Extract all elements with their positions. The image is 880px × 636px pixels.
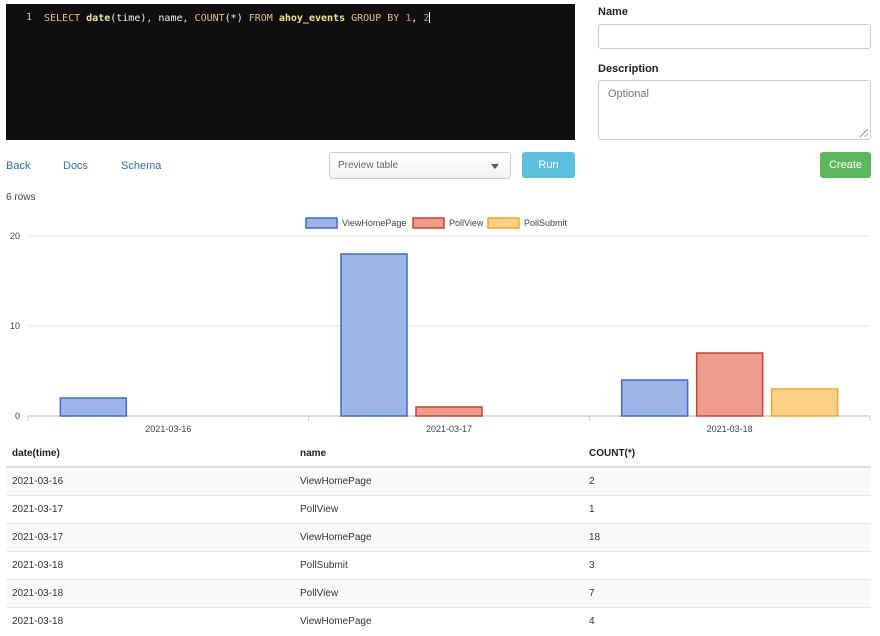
bar [415, 406, 483, 417]
sql-date-args: (time), name, [110, 13, 195, 24]
table-row: 2021-03-18 PollSubmit 3 [6, 550, 871, 579]
back-link[interactable]: Back [6, 160, 30, 172]
sql-keyword-group-by: GROUP BY [351, 13, 400, 24]
table-cell: ViewHomePage [294, 522, 583, 551]
sql-function-date: date [86, 13, 111, 24]
results-table: date(time) name COUNT(*) 2021-03-16 View… [6, 440, 871, 635]
sql-count-args: (*) [224, 13, 249, 24]
bar-chart: 0 10 20 2021-03-16 2021-03-17 2021-03-18 ViewH… [10, 217, 871, 434]
table-row: 2021-03-17 PollView 1 [6, 494, 871, 523]
preview-table-select-label: Preview table [338, 160, 399, 171]
bar [695, 352, 764, 417]
table-row: 2021-03-16 ViewHomePage 2 [6, 466, 871, 495]
sql-table-name: ahoy_events [272, 13, 352, 24]
schema-link[interactable]: Schema [121, 160, 161, 172]
x-tick-label: 2021-03-17 [426, 424, 472, 434]
table-cell: PollView [294, 578, 583, 607]
table-row: 2021-03-18 ViewHomePage 4 [6, 606, 871, 635]
run-button[interactable]: Run [522, 152, 575, 178]
table-cell: ViewHomePage [294, 466, 583, 495]
legend-swatch [412, 217, 445, 229]
bar [59, 397, 128, 417]
bar [770, 388, 839, 417]
y-tick-label: 0 [15, 411, 20, 421]
table-cell: ViewHomePage [294, 606, 583, 635]
legend-label: ViewHomePage [342, 218, 406, 228]
x-tick-label: 2021-03-16 [145, 424, 191, 434]
legend-swatch [487, 217, 520, 229]
column-header: COUNT(*) [583, 440, 871, 468]
column-header: date(time) [6, 440, 294, 468]
table-cell: 2021-03-18 [6, 550, 294, 579]
sql-code[interactable]: SELECT date(time), name, COUNT(*) FROM a… [44, 12, 431, 24]
bar [620, 379, 689, 417]
description-label: Description [598, 63, 659, 75]
table-cell: 1 [583, 494, 871, 523]
row-count: 6 rows [6, 192, 36, 203]
table-cell: 4 [583, 606, 871, 635]
table-cell: 2021-03-17 [6, 494, 294, 523]
y-tick-label: 20 [10, 231, 20, 241]
x-tick-label: 2021-03-18 [707, 424, 753, 434]
table-cell: PollView [294, 494, 583, 523]
text-cursor [429, 12, 431, 23]
sql-function-count: COUNT [194, 13, 225, 24]
line-number: 1 [25, 12, 32, 23]
chevron-down-icon [491, 164, 499, 169]
table-cell: 2 [583, 466, 871, 495]
table-cell: 7 [583, 578, 871, 607]
legend-label: PollView [449, 218, 484, 228]
sql-keyword-from: FROM [248, 13, 273, 24]
table-row: 2021-03-18 PollView 7 [6, 578, 871, 607]
table-cell: 2021-03-18 [6, 606, 294, 635]
table-cell: PollSubmit [294, 550, 583, 579]
table-cell: 2021-03-17 [6, 522, 294, 551]
table-cell: 18 [583, 522, 871, 551]
table-row: 2021-03-17 ViewHomePage 18 [6, 522, 871, 551]
name-label: Name [598, 6, 628, 18]
table-header-row: date(time) name COUNT(*) [6, 440, 871, 468]
table-cell: 3 [583, 550, 871, 579]
table-cell: 2021-03-18 [6, 578, 294, 607]
description-input[interactable] [598, 80, 871, 140]
sql-number-1: 1 [399, 13, 412, 24]
legend-swatch [305, 217, 338, 229]
table-cell: 2021-03-16 [6, 466, 294, 495]
sql-keyword-select: SELECT [44, 13, 81, 24]
docs-link[interactable]: Docs [63, 160, 88, 172]
preview-table-select[interactable]: Preview table [329, 152, 511, 179]
legend-label: PollSubmit [524, 218, 568, 228]
sql-comma: , [411, 13, 424, 24]
name-input[interactable] [598, 24, 871, 49]
create-button[interactable]: Create [820, 152, 871, 178]
bar [340, 253, 408, 417]
column-header: name [294, 440, 583, 468]
y-tick-label: 10 [10, 321, 20, 331]
sql-editor[interactable]: 1 SELECT date(time), name, COUNT(*) FROM… [6, 4, 575, 140]
